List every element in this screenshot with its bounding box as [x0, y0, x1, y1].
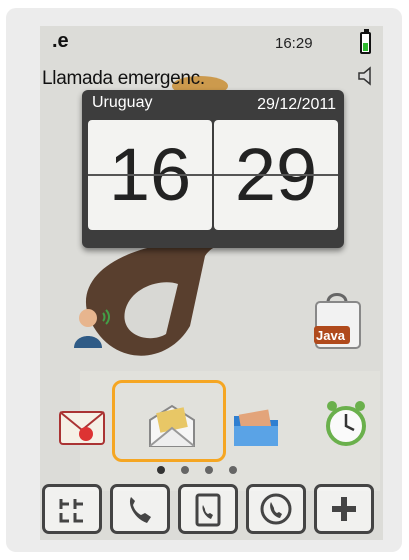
clock-widget[interactable]: Uruguay 29/12/2011 16 29 [82, 90, 344, 248]
page-dot[interactable] [157, 466, 165, 474]
contacts-book-icon [195, 493, 221, 527]
keypad-icon [59, 499, 83, 523]
clock-city: Uruguay [92, 94, 153, 111]
java-label: Java [316, 328, 345, 343]
page-dot[interactable] [181, 466, 189, 474]
call-log-icon [129, 497, 151, 523]
screenshot-frame: .e 16:29 Llamada emergenc. Uruguay 29/12… [0, 0, 409, 560]
page-dot[interactable] [205, 466, 213, 474]
files-icon[interactable] [230, 404, 282, 452]
network-indicator: .e [52, 30, 69, 52]
contacts-icon[interactable] [66, 302, 114, 350]
tab-contacts-book[interactable] [178, 484, 238, 534]
battery-level [363, 42, 368, 51]
add-icon [332, 497, 356, 521]
messages-icon[interactable] [56, 404, 108, 452]
phone-screen: .e 16:29 Llamada emergenc. Uruguay 29/12… [40, 26, 383, 540]
carrier-text: Llamada emergenc. [42, 68, 205, 89]
voicemail-icon [260, 493, 292, 525]
clock-hours: 16 [108, 133, 192, 216]
java-app-icon[interactable]: Java [308, 288, 366, 352]
tab-call-log[interactable] [110, 484, 170, 534]
page-indicator [157, 466, 267, 478]
tab-keypad[interactable] [42, 484, 102, 534]
tab-add[interactable] [314, 484, 374, 534]
highlight-box [112, 380, 226, 462]
clock-hours-card: 16 [88, 120, 212, 230]
bottom-tabbar [40, 484, 383, 540]
speaker-icon[interactable] [356, 64, 380, 88]
status-time: 16:29 [275, 35, 313, 52]
battery-icon [360, 29, 371, 54]
tab-voicemail[interactable] [246, 484, 306, 534]
clock-minutes: 29 [234, 133, 318, 216]
page-dot[interactable] [229, 466, 237, 474]
clock-minutes-card: 29 [214, 120, 338, 230]
alarm-clock-icon[interactable] [322, 398, 370, 450]
clock-date: 29/12/2011 [257, 96, 336, 113]
